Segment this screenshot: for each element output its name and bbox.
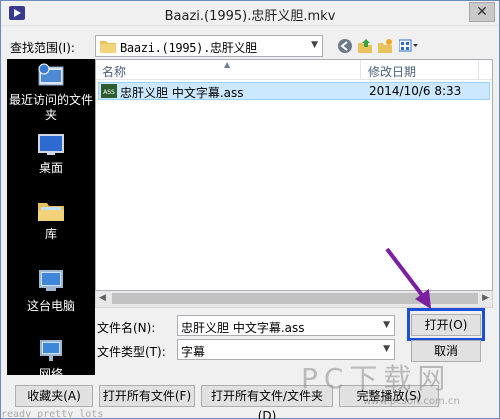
network-icon bbox=[40, 340, 62, 361]
recent-places-icon bbox=[38, 63, 64, 86]
column-name-header[interactable]: 名称 bbox=[102, 63, 126, 80]
place-recent[interactable]: 最近访问的文件夹 bbox=[7, 63, 95, 123]
folder-icon bbox=[100, 41, 116, 53]
new-folder-button[interactable] bbox=[375, 35, 395, 57]
back-button[interactable] bbox=[335, 35, 355, 57]
file-row[interactable]: ASS 忠肝义胆 中文字幕.ass 2014/10/6 8:33 bbox=[98, 82, 490, 100]
chevron-down-icon: ▼ bbox=[383, 344, 390, 354]
ass-file-icon: ASS bbox=[101, 84, 117, 98]
place-label: 库 bbox=[44, 227, 57, 241]
desktop-icon bbox=[38, 134, 64, 155]
place-this-pc[interactable]: 这台电脑 bbox=[7, 269, 95, 314]
view-menu-button[interactable] bbox=[397, 35, 421, 57]
chevron-down-icon: ▼ bbox=[311, 40, 318, 50]
open-file-dialog: Baazi.(1995).忠肝义胆.mkv ✕ 查找范围(I): Baazi.(… bbox=[0, 0, 500, 419]
watermark-url: www.pcsoft.com.cn bbox=[363, 396, 460, 407]
libraries-icon bbox=[38, 203, 64, 221]
place-network[interactable]: 网络 bbox=[7, 339, 95, 375]
places-bar: 最近访问的文件夹 桌面 库 这台电脑 网络 bbox=[7, 59, 95, 375]
scroll-left-icon[interactable]: ◀ bbox=[99, 293, 106, 303]
view-grid-icon bbox=[399, 39, 418, 52]
back-arrow-icon bbox=[338, 39, 352, 53]
close-icon: ✕ bbox=[476, 4, 488, 20]
place-label: 网络 bbox=[38, 367, 63, 375]
column-header: ▲ 名称 修改日期 bbox=[96, 60, 492, 80]
place-libraries[interactable]: 库 bbox=[7, 199, 95, 242]
look-in-label: 查找范围(I): bbox=[10, 41, 75, 55]
filename-combobox[interactable]: 忠肝义胆 中文字幕.ass ▼ bbox=[177, 315, 395, 336]
column-date-header[interactable]: 修改日期 bbox=[368, 63, 416, 80]
place-label: 最近访问的文件夹 bbox=[8, 93, 93, 122]
background-terminal-text: ready pretty lots bbox=[1, 409, 104, 419]
column-divider[interactable] bbox=[360, 60, 361, 80]
column-divider[interactable] bbox=[478, 60, 479, 80]
look-in-combobox[interactable]: Baazi.(1995).忠肝义胆 ▼ bbox=[95, 35, 323, 57]
close-button[interactable]: ✕ bbox=[469, 2, 495, 22]
place-label: 这台电脑 bbox=[26, 299, 75, 313]
place-label: 桌面 bbox=[38, 161, 63, 175]
svg-text:ASS: ASS bbox=[103, 89, 115, 96]
scroll-right-icon[interactable]: ▶ bbox=[482, 293, 489, 303]
window-title: Baazi.(1995).忠肝义胆.mkv bbox=[164, 9, 336, 24]
open-all-files-button[interactable]: 打开所有文件(F) bbox=[99, 385, 195, 407]
title-bar: Baazi.(1995).忠肝义胆.mkv ✕ bbox=[1, 1, 499, 26]
chevron-down-icon: ▼ bbox=[383, 320, 390, 330]
filetype-value: 字幕 bbox=[181, 345, 206, 359]
up-folder-icon bbox=[358, 39, 372, 53]
annotation-arrow-icon bbox=[385, 247, 431, 309]
watermark-text: PC下载网 bbox=[301, 362, 452, 395]
favorites-button[interactable]: 收藏夹(A) bbox=[15, 385, 93, 407]
filetype-label: 文件类型(T): bbox=[97, 345, 166, 359]
this-pc-icon bbox=[39, 270, 63, 291]
up-folder-button[interactable] bbox=[355, 35, 375, 57]
look-in-value: Baazi.(1995).忠肝义胆 bbox=[120, 41, 257, 55]
file-name: 忠肝义胆 中文字幕.ass bbox=[120, 86, 244, 100]
filename-value: 忠肝义胆 中文字幕.ass bbox=[181, 321, 305, 335]
sort-ascending-icon: ▲ bbox=[224, 60, 231, 69]
filename-label: 文件名(N): bbox=[97, 321, 156, 335]
place-desktop[interactable]: 桌面 bbox=[7, 133, 95, 176]
new-folder-icon bbox=[378, 39, 392, 53]
file-date: 2014/10/6 8:33 bbox=[369, 84, 462, 98]
